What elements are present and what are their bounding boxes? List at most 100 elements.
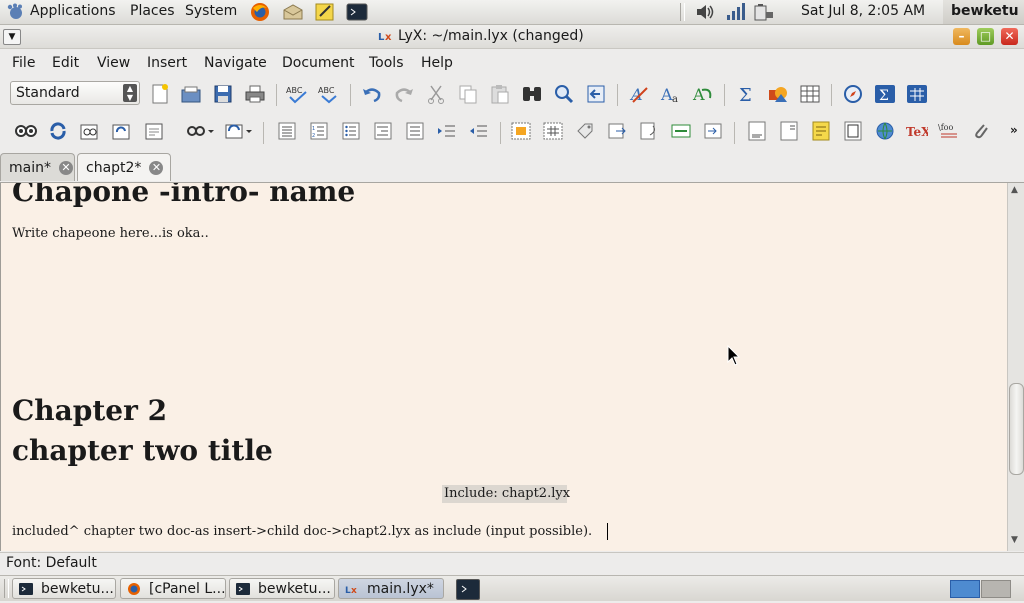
user-menu[interactable]: bewketu <box>943 0 1024 24</box>
terminal-launcher-icon[interactable] <box>456 579 480 600</box>
minimize-button[interactable]: – <box>953 28 970 45</box>
align-default-icon[interactable] <box>276 120 298 142</box>
terminal-launcher-icon[interactable] <box>346 2 368 22</box>
increase-depth-icon[interactable] <box>436 120 458 142</box>
export-icon[interactable] <box>143 120 165 142</box>
insert-table-icon[interactable] <box>799 83 821 105</box>
layout-select[interactable]: Standard ▲ ▼ <box>10 81 140 105</box>
scroll-down-icon[interactable]: ▼ <box>1011 535 1018 545</box>
navigate-back-icon[interactable] <box>585 83 607 105</box>
insert-box-icon[interactable] <box>842 120 864 142</box>
toolbar-overflow-icon[interactable]: » <box>1010 123 1018 137</box>
svg-text:a: a <box>672 94 678 104</box>
copy-icon[interactable] <box>457 83 479 105</box>
svg-text:L: L <box>378 32 385 43</box>
menu-help[interactable]: Help <box>421 55 453 71</box>
notes-launcher-icon[interactable] <box>314 2 336 22</box>
terminal-icon <box>19 582 33 595</box>
open-document-icon[interactable] <box>180 83 202 105</box>
close-tab-icon[interactable]: ✕ <box>58 160 73 175</box>
taskbar-item[interactable]: bewketu... <box>12 578 116 599</box>
close-button[interactable]: ✕ <box>1001 28 1018 45</box>
spellcheck-icon[interactable]: ABC <box>286 83 308 105</box>
math-icon[interactable]: Σ <box>735 83 757 105</box>
workspace-1[interactable] <box>950 580 980 598</box>
table-panel-icon[interactable] <box>906 83 928 105</box>
insert-figure-float-icon[interactable] <box>510 120 532 142</box>
decrease-depth-icon[interactable] <box>468 120 490 142</box>
view-master-icon[interactable] <box>79 120 101 142</box>
menu-view[interactable]: View <box>97 55 130 71</box>
menu-insert[interactable]: Insert <box>147 55 187 71</box>
battery-icon[interactable] <box>752 2 774 22</box>
new-document-icon[interactable] <box>149 83 171 105</box>
view-other-formats-icon[interactable] <box>186 120 216 142</box>
menu-navigate[interactable]: Navigate <box>204 55 267 71</box>
scroll-up-icon[interactable]: ▲ <box>1011 185 1018 195</box>
numbered-list-icon[interactable]: 12 <box>308 120 330 142</box>
tab-chapt2[interactable]: chapt2* ✕ <box>77 153 171 181</box>
itemize-list-icon[interactable] <box>340 120 362 142</box>
toc-navigator-icon[interactable] <box>842 83 864 105</box>
workspace-2[interactable] <box>981 580 1011 598</box>
find-replace-icon[interactable] <box>521 83 543 105</box>
update-other-formats-icon[interactable] <box>224 120 254 142</box>
update-master-icon[interactable] <box>111 120 133 142</box>
document-editor[interactable]: Chapone -intro- name Write chapeone here… <box>0 183 1008 551</box>
paste-icon[interactable] <box>489 83 511 105</box>
redo-icon[interactable] <box>393 83 415 105</box>
math-panel-icon[interactable]: Σ <box>874 83 896 105</box>
enumerate-icon[interactable] <box>404 120 426 142</box>
taskbar-item[interactable]: bewketu... <box>229 578 335 599</box>
insert-index-icon[interactable] <box>670 120 692 142</box>
insert-label-icon[interactable] <box>574 120 596 142</box>
save-icon[interactable] <box>212 83 234 105</box>
insert-marginal-note-icon[interactable] <box>778 120 800 142</box>
gnome-foot-icon[interactable] <box>6 3 26 21</box>
window-menu-icon[interactable]: ▼ <box>3 29 21 45</box>
view-icon[interactable] <box>15 120 37 142</box>
print-icon[interactable] <box>244 83 266 105</box>
insert-hyperlink-icon[interactable] <box>874 120 896 142</box>
insert-nomenclature-icon[interactable] <box>702 120 724 142</box>
cut-icon[interactable] <box>425 83 447 105</box>
menu-edit[interactable]: Edit <box>52 55 79 71</box>
scroll-thumb[interactable] <box>1009 383 1024 475</box>
update-icon[interactable] <box>47 120 69 142</box>
window-titlebar[interactable]: ▼ Lx LyX: ~/main.lyx (changed) – □ ✕ <box>0 25 1024 49</box>
menu-tools[interactable]: Tools <box>369 55 404 71</box>
font-icon[interactable]: Aa <box>660 83 682 105</box>
change-tracking-icon[interactable]: A <box>692 83 714 105</box>
panel-menu-system[interactable]: System <box>185 3 237 19</box>
insert-tex-code-icon[interactable]: TeX <box>906 120 928 142</box>
maximize-button[interactable]: □ <box>977 28 994 45</box>
volume-icon[interactable] <box>694 2 716 22</box>
vertical-scrollbar[interactable]: ▲ ▼ <box>1007 183 1024 551</box>
search-icon[interactable] <box>553 83 575 105</box>
firefox-launcher-icon[interactable] <box>249 2 271 22</box>
text-style-icon[interactable]: A <box>628 83 650 105</box>
close-tab-icon[interactable]: ✕ <box>149 160 164 175</box>
insert-citation-icon[interactable] <box>638 120 660 142</box>
taskbar-item-active[interactable]: Lx main.lyx* <box>338 578 444 599</box>
menu-document[interactable]: Document <box>282 55 355 71</box>
undo-icon[interactable] <box>361 83 383 105</box>
panel-menu-places[interactable]: Places <box>130 3 175 19</box>
tab-main[interactable]: main* ✕ <box>0 153 75 181</box>
insert-attachment-icon[interactable] <box>970 120 992 142</box>
insert-note-icon[interactable] <box>810 120 832 142</box>
network-icon[interactable] <box>724 2 746 22</box>
taskbar-item[interactable]: [cPanel L... <box>120 578 226 599</box>
description-list-icon[interactable] <box>372 120 394 142</box>
thesaurus-icon[interactable]: ABC <box>318 83 340 105</box>
insert-command-icon[interactable]: \foo <box>938 120 960 142</box>
insert-table-float-icon[interactable] <box>542 120 564 142</box>
mail-launcher-icon[interactable] <box>282 2 304 22</box>
menu-file[interactable]: File <box>12 55 35 71</box>
insert-footnote-icon[interactable] <box>746 120 768 142</box>
insert-graphics-icon[interactable] <box>767 83 789 105</box>
include-inset[interactable]: Include: chapt2.lyx <box>442 485 570 503</box>
insert-cross-reference-icon[interactable] <box>606 120 628 142</box>
panel-menu-applications[interactable]: Applications <box>30 3 116 19</box>
panel-clock[interactable]: Sat Jul 8, 2:05 AM <box>801 3 925 19</box>
